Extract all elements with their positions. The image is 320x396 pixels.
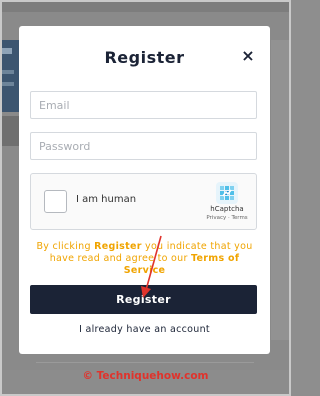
hcaptcha-brand: hCaptcha: [210, 205, 244, 213]
terms-register-word: Register: [94, 241, 142, 252]
login-link[interactable]: I already have an account: [19, 324, 270, 335]
password-input[interactable]: [30, 132, 257, 160]
background-hero-strip: [0, 40, 20, 112]
modal-title: Register: [104, 48, 185, 67]
captcha-checkbox[interactable]: [44, 190, 67, 213]
annotation-arrow: [141, 235, 162, 298]
hcaptcha-links[interactable]: Privacy · Terms: [201, 215, 253, 221]
hcaptcha-logo-icon: [216, 182, 238, 204]
close-icon[interactable]: ×: [239, 46, 257, 66]
watermark: © Techniquehow.com: [82, 370, 209, 382]
register-modal: Register × I am human hCaptcha Privacy ·…: [19, 26, 270, 354]
email-input[interactable]: [30, 91, 257, 119]
background-top-band: [0, 0, 291, 12]
hcaptcha-widget: I am human hCaptcha Privacy · Terms: [30, 173, 257, 230]
captcha-label: I am human: [76, 194, 137, 205]
background-divider: [36, 362, 254, 363]
background-right-panel: [271, 40, 291, 340]
background-button-edge: [0, 116, 20, 146]
